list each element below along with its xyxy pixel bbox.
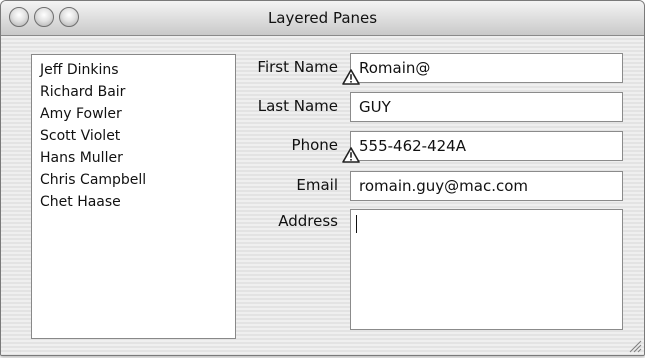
last-name-field[interactable]: GUY [350, 92, 623, 122]
main-window: Layered Panes Jeff Dinkins Richard Bair … [0, 0, 645, 356]
list-item[interactable]: Scott Violet [40, 125, 235, 147]
phone-field[interactable]: 555-462-424A [350, 131, 623, 161]
list-item[interactable]: Richard Bair [40, 81, 235, 103]
list-item[interactable]: Hans Muller [40, 147, 235, 169]
email-field[interactable]: romain.guy@mac.com [350, 171, 623, 201]
last-name-label: Last Name [257, 97, 338, 115]
list-item[interactable]: Chet Haase [40, 191, 235, 213]
window-content: Jeff Dinkins Richard Bair Amy Fowler Sco… [1, 36, 644, 355]
address-label: Address [278, 212, 338, 230]
address-field[interactable] [350, 209, 623, 330]
first-name-label: First Name [257, 58, 338, 76]
warning-icon [342, 147, 360, 163]
text-cursor [356, 215, 357, 233]
first-name-field[interactable]: Romain@ [350, 53, 623, 83]
window-title: Layered Panes [267, 9, 378, 27]
list-item[interactable]: Jeff Dinkins [40, 59, 235, 81]
list-item[interactable]: Chris Campbell [40, 169, 235, 191]
list-item[interactable]: Amy Fowler [40, 103, 235, 125]
contacts-list[interactable]: Jeff Dinkins Richard Bair Amy Fowler Sco… [31, 54, 236, 339]
phone-label: Phone [291, 136, 338, 154]
warning-icon [342, 69, 360, 85]
resize-grip-icon[interactable] [628, 339, 642, 353]
email-label: Email [296, 176, 338, 194]
titlebar: Layered Panes [1, 1, 644, 36]
